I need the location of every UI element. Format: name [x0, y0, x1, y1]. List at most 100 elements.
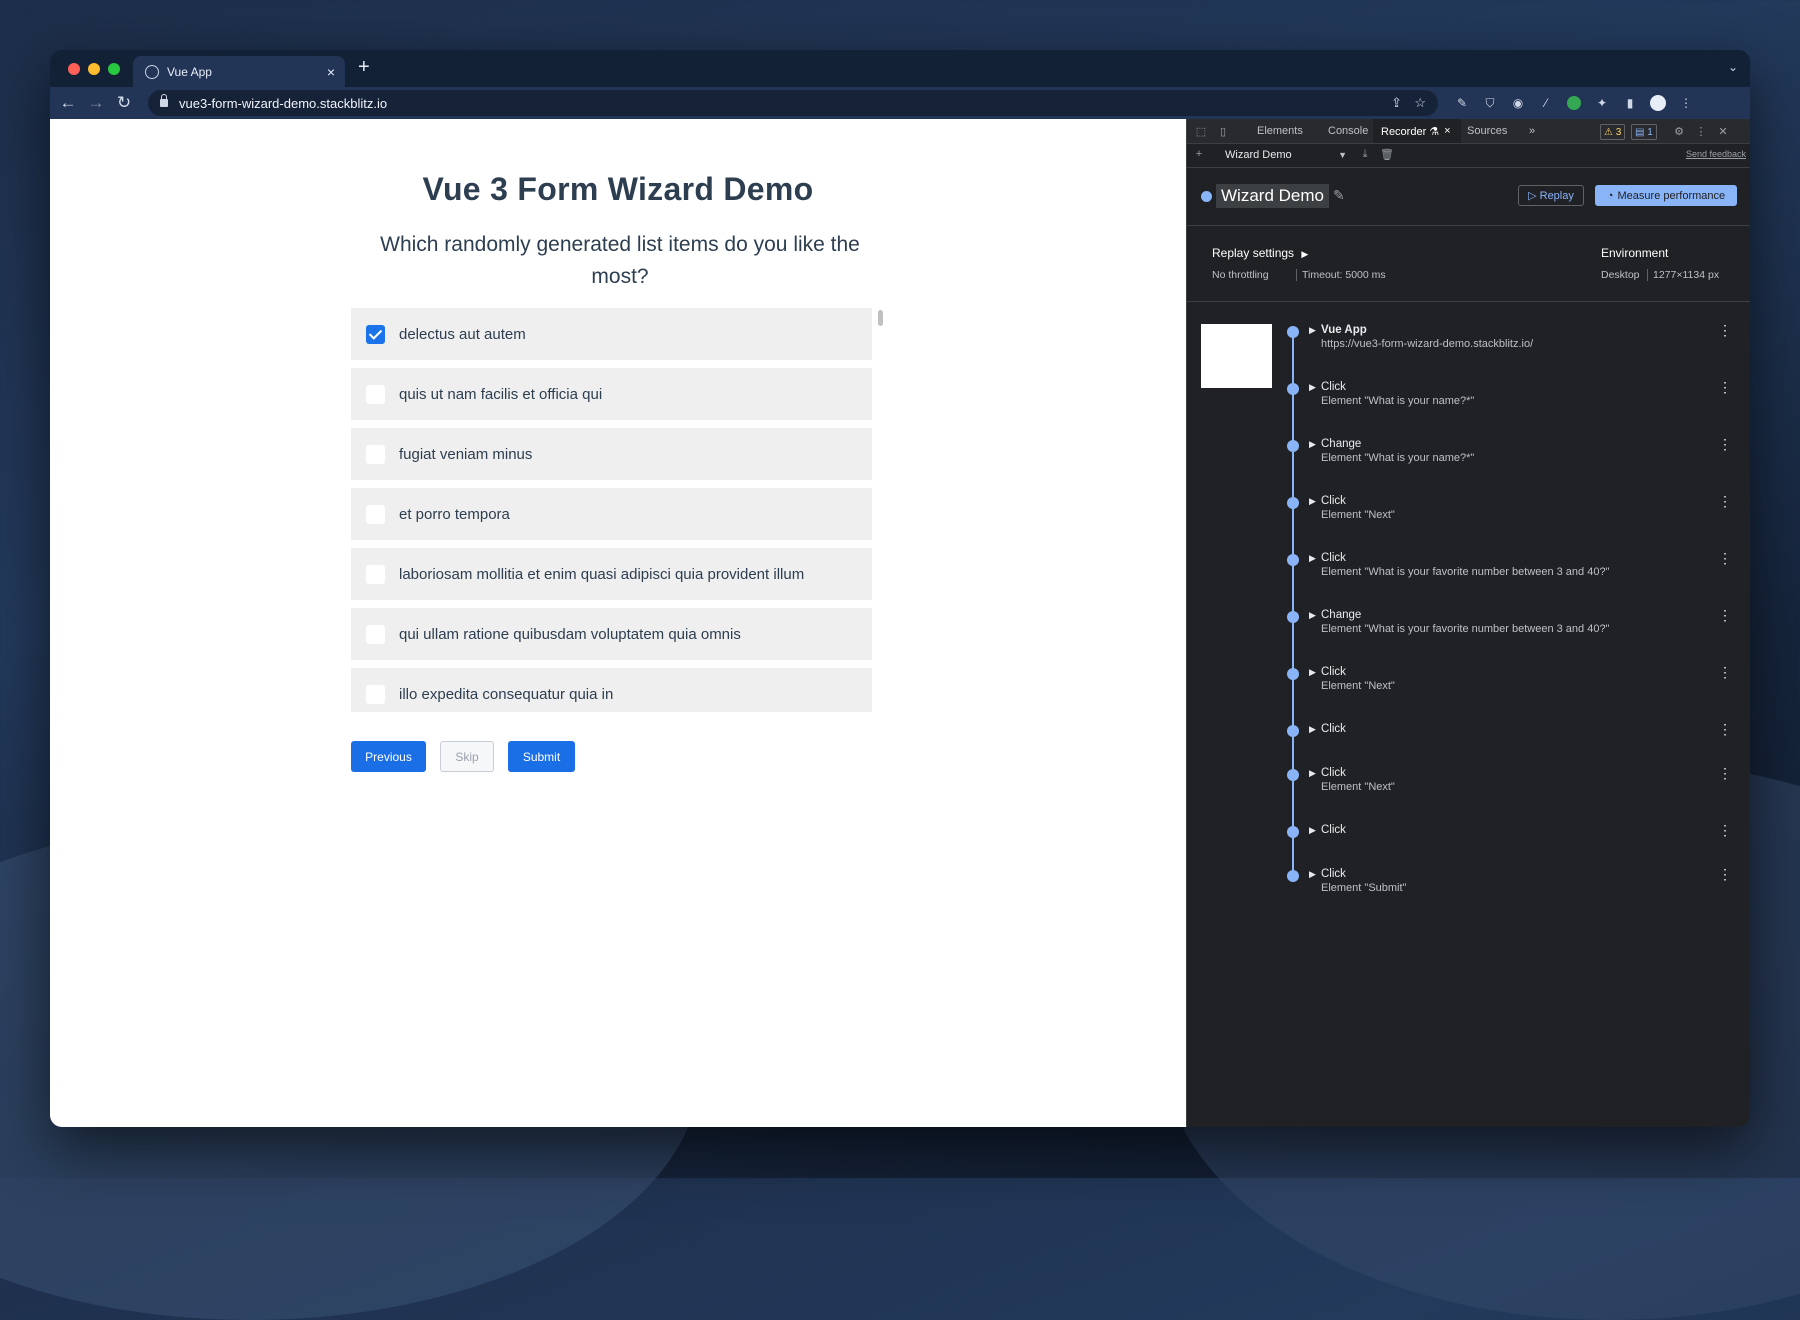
- scrollbar-thumb[interactable]: [878, 310, 883, 326]
- list-item[interactable]: quis ut nam facilis et officia qui: [351, 368, 872, 420]
- step-menu-icon[interactable]: ⋮: [1718, 550, 1732, 567]
- checkbox[interactable]: [366, 684, 385, 704]
- expand-step-icon[interactable]: ▶: [1309, 496, 1316, 507]
- list-item[interactable]: et porro tempora: [351, 488, 872, 540]
- step-item[interactable]: ▶ Click Element "What is your favorite n…: [1187, 550, 1750, 592]
- step-menu-icon[interactable]: ⋮: [1718, 721, 1732, 738]
- list-item[interactable]: delectus aut autem: [351, 308, 872, 360]
- device-toolbar-icon[interactable]: ▯: [1215, 123, 1231, 139]
- step-item[interactable]: ▶ Click Element "What is your name?*" ⋮: [1187, 379, 1750, 421]
- checkbox[interactable]: [366, 384, 385, 404]
- expand-step-icon[interactable]: ▶: [1309, 553, 1316, 564]
- green-extension-icon[interactable]: [1565, 94, 1583, 112]
- step-item[interactable]: ▶ Vue App https://vue3-form-wizard-demo.…: [1187, 322, 1750, 364]
- previous-button[interactable]: Previous: [351, 741, 426, 772]
- expand-step-icon[interactable]: ▶: [1309, 724, 1316, 735]
- tab-recorder[interactable]: Recorder ⚗ ×: [1373, 119, 1461, 143]
- step-item[interactable]: ▶ Change Element "What is your favorite …: [1187, 607, 1750, 649]
- measure-performance-button[interactable]: ◔ Measure performance: [1595, 185, 1737, 206]
- broadcast-extension-icon[interactable]: ◉: [1509, 94, 1527, 112]
- step-item[interactable]: ▶ Click Element "Next" ⋮: [1187, 765, 1750, 807]
- messages-badge[interactable]: ▤ 1: [1631, 124, 1657, 140]
- recording-title[interactable]: Wizard Demo: [1216, 184, 1329, 208]
- recording-select[interactable]: Wizard Demo ▼: [1225, 146, 1347, 164]
- replay-settings-toggle[interactable]: Replay settings ▶: [1212, 246, 1308, 260]
- more-tabs-icon[interactable]: »: [1525, 119, 1539, 143]
- bookmark-star-icon[interactable]: ☆: [1414, 95, 1426, 111]
- close-tab-icon[interactable]: ×: [327, 64, 335, 80]
- step-menu-icon[interactable]: ⋮: [1718, 664, 1732, 681]
- tab-sources[interactable]: Sources: [1459, 119, 1515, 143]
- devtools-menu-icon[interactable]: ⋮: [1693, 123, 1709, 139]
- step-item[interactable]: ▶ Click Element "Next" ⋮: [1187, 664, 1750, 706]
- checkbox[interactable]: [366, 444, 385, 464]
- tab-elements[interactable]: Elements: [1249, 119, 1311, 143]
- list-item[interactable]: illo expedita consequatur quia in: [351, 668, 872, 712]
- share-icon[interactable]: ⇪: [1391, 95, 1402, 111]
- replay-button[interactable]: ▷ Replay: [1518, 185, 1584, 206]
- step-menu-icon[interactable]: ⋮: [1718, 866, 1732, 883]
- step-item[interactable]: ▶ Click ⋮: [1187, 721, 1750, 763]
- expand-step-icon[interactable]: ▶: [1309, 667, 1316, 678]
- close-recorder-tab-icon[interactable]: ×: [1444, 125, 1450, 137]
- reload-icon[interactable]: ↻: [112, 91, 136, 115]
- delete-trash-icon[interactable]: 🗑: [1379, 146, 1395, 162]
- submit-button[interactable]: Submit: [508, 741, 575, 772]
- profile-avatar[interactable]: [1649, 94, 1667, 112]
- list-scrollbar[interactable]: [875, 308, 885, 712]
- minimize-window-button[interactable]: [88, 63, 100, 75]
- step-menu-icon[interactable]: ⋮: [1718, 322, 1732, 339]
- skip-button[interactable]: Skip: [440, 741, 494, 772]
- step-menu-icon[interactable]: ⋮: [1718, 379, 1732, 396]
- address-bar[interactable]: vue3-form-wizard-demo.stackblitz.io ⇪ ☆: [148, 90, 1438, 116]
- browser-menu-icon[interactable]: ⋮: [1677, 94, 1695, 112]
- eyedropper-extension-icon[interactable]: ⁄: [1537, 94, 1555, 112]
- new-tab-button[interactable]: +: [358, 56, 370, 79]
- expand-step-icon[interactable]: ▶: [1309, 768, 1316, 779]
- options-list[interactable]: delectus aut autem quis ut nam facilis e…: [351, 308, 885, 712]
- warnings-badge[interactable]: ⚠ 3: [1600, 124, 1626, 140]
- pen-extension-icon[interactable]: ✎: [1453, 94, 1471, 112]
- add-recording-icon[interactable]: +: [1191, 146, 1207, 162]
- step-item[interactable]: ▶ Click Element "Next" ⋮: [1187, 493, 1750, 535]
- close-devtools-icon[interactable]: ✕: [1715, 123, 1731, 139]
- side-panel-icon[interactable]: ▮: [1621, 94, 1639, 112]
- step-menu-icon[interactable]: ⋮: [1718, 765, 1732, 782]
- shield-extension-icon[interactable]: ⛉: [1481, 94, 1499, 112]
- maximize-window-button[interactable]: [108, 63, 120, 75]
- expand-step-icon[interactable]: ▶: [1309, 825, 1316, 836]
- checkbox[interactable]: [366, 564, 385, 584]
- send-feedback-link[interactable]: Send feedback: [1686, 149, 1746, 159]
- list-item[interactable]: laboriosam mollitia et enim quasi adipis…: [351, 548, 872, 600]
- checkbox[interactable]: [366, 504, 385, 524]
- expand-step-icon[interactable]: ▶: [1309, 382, 1316, 393]
- puzzle-extensions-icon[interactable]: ✦: [1593, 94, 1611, 112]
- step-menu-icon[interactable]: ⋮: [1718, 607, 1732, 624]
- checkbox[interactable]: [366, 624, 385, 644]
- expand-step-icon[interactable]: ▶: [1309, 439, 1316, 450]
- settings-gear-icon[interactable]: ⚙: [1671, 123, 1687, 139]
- step-item[interactable]: ▶ Click ⋮: [1187, 822, 1750, 864]
- expand-step-icon[interactable]: ▶: [1309, 610, 1316, 621]
- environment-size: 1277×1134 px: [1647, 269, 1719, 281]
- tab-search-chevron-icon[interactable]: ⌄: [1728, 60, 1738, 74]
- back-arrow-icon[interactable]: ←: [56, 91, 80, 115]
- close-window-button[interactable]: [68, 63, 80, 75]
- edit-pencil-icon[interactable]: ✎: [1333, 187, 1345, 204]
- step-menu-icon[interactable]: ⋮: [1718, 822, 1732, 839]
- browser-tab-vue-app[interactable]: Vue App ×: [133, 56, 345, 87]
- tab-console[interactable]: Console: [1320, 119, 1376, 143]
- inspect-element-icon[interactable]: ⬚: [1193, 123, 1209, 139]
- export-download-icon[interactable]: ⤓: [1357, 146, 1373, 162]
- step-menu-icon[interactable]: ⋮: [1718, 493, 1732, 510]
- step-item[interactable]: ▶ Change Element "What is your name?*" ⋮: [1187, 436, 1750, 478]
- list-item[interactable]: qui ullam ratione quibusdam voluptatem q…: [351, 608, 872, 660]
- step-item[interactable]: ▶ Click Element "Submit" ⋮: [1187, 866, 1750, 908]
- forward-arrow-icon[interactable]: →: [84, 91, 108, 115]
- replay-settings-section: Replay settings ▶ No throttling Timeout:…: [1187, 225, 1750, 302]
- expand-step-icon[interactable]: ▶: [1309, 869, 1316, 880]
- expand-step-icon[interactable]: ▶: [1309, 325, 1316, 336]
- list-item[interactable]: fugiat veniam minus: [351, 428, 872, 480]
- step-menu-icon[interactable]: ⋮: [1718, 436, 1732, 453]
- checkbox-checked[interactable]: [366, 324, 385, 344]
